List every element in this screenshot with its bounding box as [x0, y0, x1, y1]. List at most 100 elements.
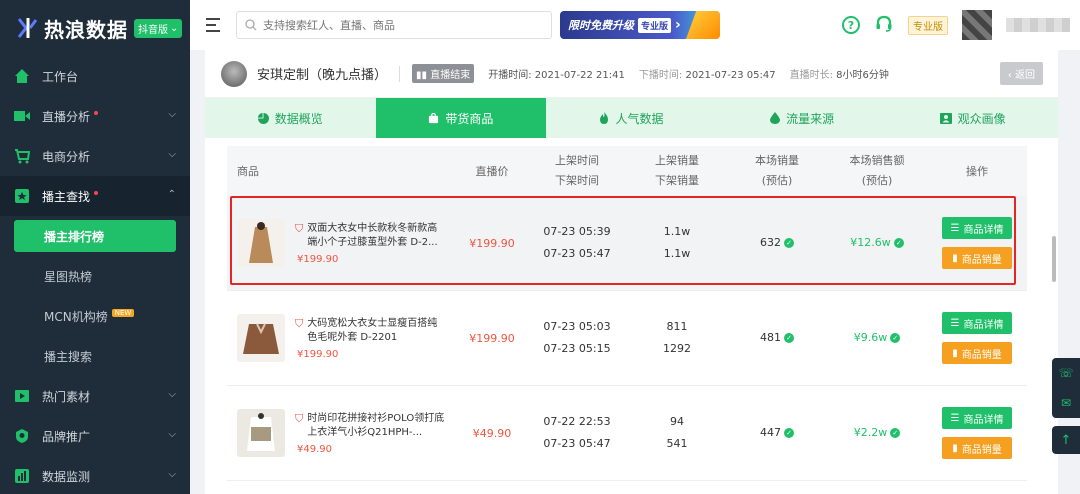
- off-shelf-time: 07-23 05:15: [543, 342, 611, 355]
- host-avatar[interactable]: [221, 60, 247, 87]
- nav-label: 热门素材: [42, 389, 91, 404]
- arrow-right-icon: ›: [675, 17, 681, 33]
- bar-chart-icon: ▮: [952, 442, 958, 454]
- logo[interactable]: 热浪数据 抖音版 ⌄: [0, 0, 190, 56]
- tab-label: 流量来源: [786, 111, 835, 126]
- nav-item-host-search[interactable]: 播主查找 ⌃: [0, 176, 190, 216]
- new-badge: NEW: [111, 309, 135, 317]
- sub-label: 播主搜索: [44, 349, 93, 364]
- back-button[interactable]: ‹ 返回: [999, 62, 1043, 85]
- sidebar-item-host-ranking[interactable]: 播主排行榜: [14, 220, 176, 252]
- sidebar-item-star-chart[interactable]: 星图热榜: [0, 256, 190, 296]
- product-thumbnail[interactable]: [237, 409, 285, 457]
- product-cell: ⛉ 大码宽松大衣女士显瘦百搭纯色毛呢外套 D-2201 ¥199.90: [227, 314, 457, 362]
- live-status-text: 直播结束: [430, 70, 471, 81]
- duration-label: 直播时长:: [789, 70, 833, 81]
- session-sales: 481 ✓: [727, 328, 827, 348]
- start-time-value: 2021-07-22 21:41: [534, 70, 625, 81]
- product-thumbnail[interactable]: [237, 219, 285, 267]
- header-shelf-sales[interactable]: 上架销量 下架销量: [627, 151, 727, 191]
- start-time-label: 开播时间:: [488, 70, 532, 81]
- live-price: ¥199.90: [469, 236, 515, 250]
- end-time-label: 下播时间:: [638, 70, 683, 81]
- logo-icon: [17, 18, 38, 38]
- duration-value: 8小时6分钟: [836, 70, 889, 81]
- product-price: ¥199.90: [297, 348, 339, 360]
- header-shelf-time[interactable]: 上架时间 下架时间: [527, 151, 627, 191]
- chevron-down-icon: ⌵: [168, 109, 176, 120]
- session-revenue: ¥9.6w ✓: [827, 328, 927, 348]
- verified-icon: ✓: [784, 428, 794, 438]
- upgrade-promo-banner[interactable]: 限时免费升级 专业版 ›: [560, 11, 720, 39]
- off-shelf-time: 07-23 05:47: [543, 437, 611, 450]
- platform-switch[interactable]: 抖音版 ⌄: [134, 18, 183, 38]
- actions-cell: ☰ 商品详情 ▮ 商品销量: [927, 312, 1027, 364]
- live-status-badge: ▮▮ 直播结束: [412, 64, 475, 83]
- back-to-top-button[interactable]: ↑: [1052, 426, 1080, 454]
- button-label: 商品销量: [961, 444, 1002, 456]
- product-detail-button[interactable]: ☰ 商品详情: [942, 312, 1012, 334]
- menu-toggle-icon[interactable]: [206, 18, 224, 32]
- avatar[interactable]: [962, 10, 992, 40]
- product-detail-button[interactable]: ☰ 商品详情: [942, 407, 1012, 429]
- end-time: 下播时间: 2021-07-23 05:47: [639, 66, 776, 81]
- nav-item-workbench[interactable]: 工作台: [0, 56, 190, 96]
- product-thumbnail[interactable]: [237, 314, 285, 362]
- username-blurred[interactable]: [1006, 18, 1070, 32]
- search-input[interactable]: [263, 18, 543, 32]
- product-sales-button[interactable]: ▮ 商品销量: [942, 247, 1012, 269]
- on-shelf-time: 07-23 05:03: [543, 320, 611, 333]
- session-sales-value: 447: [760, 426, 781, 439]
- duration: 直播时长: 8小时6分钟: [790, 66, 889, 81]
- nav-item-brand-promotion[interactable]: 品牌推广 ⌵: [0, 416, 190, 456]
- chevron-left-icon: ‹: [1007, 70, 1015, 81]
- session-revenue-value: ¥12.6w: [850, 236, 891, 249]
- nav-item-data-monitor[interactable]: 数据监测 ⌵: [0, 456, 190, 494]
- products-table: 商品 直播价 上架时间 下架时间 上架销量 下架销量 本场销量 (预估) 本场销售额 (…: [227, 146, 1027, 481]
- nav-label: 电商分析: [42, 149, 91, 164]
- shelf-sales: 1.1w 1.1w: [627, 221, 727, 265]
- home-icon: [14, 68, 30, 84]
- tab-audience[interactable]: 观众画像: [887, 98, 1058, 138]
- tab-popularity[interactable]: 人气数据: [546, 98, 717, 138]
- product-title[interactable]: 大码宽松大衣女士显瘦百搭纯色毛呢外套 D-2201: [307, 317, 445, 345]
- topbar-right: ? 专业版: [842, 0, 1080, 50]
- shelf-times: 07-23 05:03 07-23 05:15: [527, 316, 627, 360]
- headset-icon[interactable]: [874, 14, 894, 37]
- product-sales-button[interactable]: ▮ 商品销量: [942, 437, 1012, 459]
- help-icon[interactable]: ?: [842, 16, 860, 34]
- product-detail-button[interactable]: ☰ 商品详情: [942, 217, 1012, 239]
- chevron-down-icon: ⌵: [168, 429, 176, 440]
- bag-icon: [429, 112, 439, 123]
- wechat-icon[interactable]: ✉: [1061, 396, 1071, 410]
- shelf-sales: 811 1292: [627, 316, 727, 360]
- promo-tag: 专业版: [638, 17, 672, 33]
- product-title[interactable]: 双面大衣女中长款秋冬新款高端小个子过膝茧型外套 D-2...: [307, 222, 445, 250]
- product-title[interactable]: 时尚印花拼接衬衫POLO领打底上衣洋气小衫Q21HPH-...: [307, 412, 445, 440]
- tab-traffic-source[interactable]: 流量来源: [717, 98, 888, 138]
- list-icon: ☰: [950, 412, 960, 424]
- header-session-revenue[interactable]: 本场销售额 (预估): [827, 151, 927, 191]
- header-line: (预估): [761, 174, 793, 187]
- table-row: ⛉ 大码宽松大衣女士显瘦百搭纯色毛呢外套 D-2201 ¥199.90 ¥199.…: [227, 291, 1027, 386]
- tab-overview[interactable]: 数据概览: [205, 98, 376, 138]
- sidebar-item-host-search[interactable]: 播主搜索: [0, 336, 190, 376]
- header-live-price[interactable]: 直播价: [457, 163, 527, 179]
- floating-contact-bar: ☏ ✉: [1052, 358, 1080, 418]
- tab-label: 人气数据: [615, 111, 664, 126]
- headset-icon[interactable]: ☏: [1058, 366, 1073, 380]
- scrollbar[interactable]: [1052, 236, 1056, 282]
- header-session-sales[interactable]: 本场销量 (预估): [727, 151, 827, 191]
- nav-label: 工作台: [42, 69, 79, 84]
- nav-item-hot-material[interactable]: 热门素材 ⌵: [0, 376, 190, 416]
- nav-item-ecommerce[interactable]: 电商分析 ⌵: [0, 136, 190, 176]
- session-revenue-value: ¥9.6w: [853, 331, 888, 344]
- sidebar-item-mcn-ranking[interactable]: MCN机构榜 NEW: [0, 296, 190, 336]
- tab-products[interactable]: 带货商品: [375, 98, 547, 138]
- search-box[interactable]: [236, 11, 552, 39]
- product-sales-button[interactable]: ▮ 商品销量: [942, 342, 1012, 364]
- nav-item-live-analysis[interactable]: 直播分析 ⌵: [0, 96, 190, 136]
- start-time: 开播时间: 2021-07-22 21:41: [488, 66, 625, 81]
- shield-icon: ⛉: [295, 411, 304, 425]
- off-shelf-sales: 1292: [663, 342, 691, 355]
